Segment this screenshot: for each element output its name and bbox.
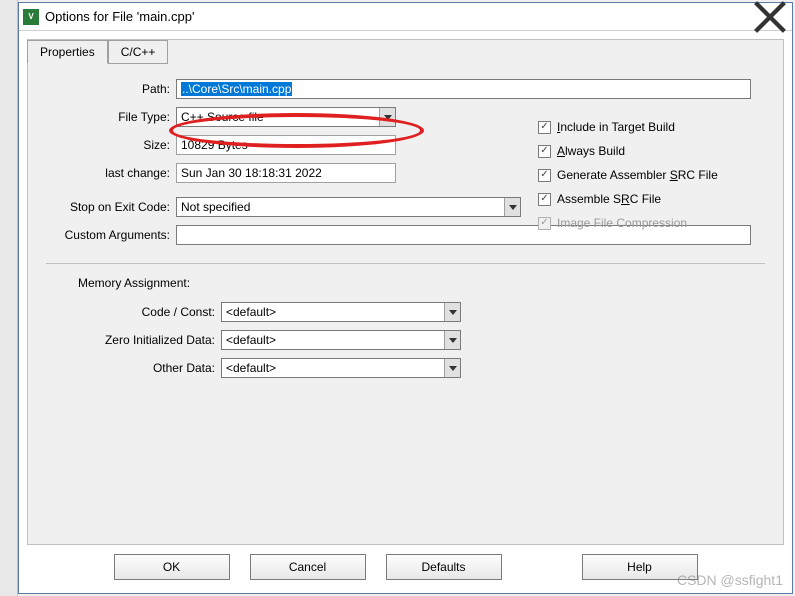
lastchange-label: last change: (46, 166, 176, 180)
help-button[interactable]: Help (582, 554, 698, 580)
exitcode-label: Stop on Exit Code: (46, 200, 176, 214)
check-include-build[interactable]: ✓ Include in Target Build (538, 120, 718, 134)
titlebar[interactable]: V Options for File 'main.cpp' (19, 3, 792, 31)
size-label: Size: (46, 138, 176, 152)
filetype-dropdown[interactable]: C++ Source file (176, 107, 396, 127)
zero-dropdown[interactable]: <default> (221, 330, 461, 350)
defaults-button[interactable]: Defaults (386, 554, 502, 580)
tab-properties[interactable]: Properties (27, 40, 108, 64)
chevron-down-icon[interactable] (379, 108, 395, 126)
content-panel: Properties C/C++ Path: ..\Core\Src\main.… (27, 39, 784, 545)
exitcode-dropdown[interactable]: Not specified (176, 197, 521, 217)
filetype-value: C++ Source file (177, 110, 379, 124)
tab-strip: Properties C/C++ (27, 39, 783, 63)
checkbox-group: ✓ Include in Target Build ✓ Always Build… (538, 120, 718, 230)
cancel-button[interactable]: Cancel (250, 554, 366, 580)
check-asm-src[interactable]: ✓ Assemble SRC File (538, 192, 718, 206)
check-gen-src[interactable]: ✓ Generate Assembler SRC File (538, 168, 718, 182)
checkbox-icon[interactable]: ✓ (538, 145, 551, 158)
dialog-window: V Options for File 'main.cpp' Properties… (18, 2, 793, 594)
tab-cpp[interactable]: C/C++ (108, 40, 169, 64)
checkbox-icon: ✓ (538, 217, 551, 230)
filetype-label: File Type: (46, 110, 176, 124)
code-label: Code / Const: (46, 305, 221, 319)
exitcode-value: Not specified (177, 200, 504, 214)
code-value: <default> (222, 305, 444, 319)
path-value: ..\Core\Src\main.cpp (181, 82, 292, 96)
memory-title: Memory Assignment: (78, 276, 765, 290)
other-value: <default> (222, 361, 444, 375)
other-dropdown[interactable]: <default> (221, 358, 461, 378)
customargs-label: Custom Arguments: (46, 228, 176, 242)
chevron-down-icon[interactable] (444, 359, 460, 377)
img-compress-label: Image File Compression (557, 216, 687, 230)
checkbox-icon[interactable]: ✓ (538, 193, 551, 206)
chevron-down-icon[interactable] (444, 303, 460, 321)
divider (46, 263, 765, 264)
ok-button[interactable]: OK (114, 554, 230, 580)
check-always-build[interactable]: ✓ Always Build (538, 144, 718, 158)
lastchange-value: Sun Jan 30 18:18:31 2022 (176, 163, 396, 183)
zero-value: <default> (222, 333, 444, 347)
checkbox-icon[interactable]: ✓ (538, 121, 551, 134)
button-bar: OK Cancel Defaults Help (27, 549, 784, 585)
close-icon[interactable] (752, 6, 788, 28)
check-img-compress: ✓ Image File Compression (538, 216, 718, 230)
path-label: Path: (46, 82, 176, 96)
chevron-down-icon[interactable] (504, 198, 520, 216)
other-label: Other Data: (46, 361, 221, 375)
chevron-down-icon[interactable] (444, 331, 460, 349)
window-title: Options for File 'main.cpp' (45, 9, 752, 24)
zero-label: Zero Initialized Data: (46, 333, 221, 347)
checkbox-icon[interactable]: ✓ (538, 169, 551, 182)
path-field[interactable]: ..\Core\Src\main.cpp (176, 79, 751, 99)
app-icon: V (23, 9, 39, 25)
code-dropdown[interactable]: <default> (221, 302, 461, 322)
size-value: 10829 Bytes (176, 135, 396, 155)
tab-body: Path: ..\Core\Src\main.cpp File Type: C+… (28, 63, 783, 402)
